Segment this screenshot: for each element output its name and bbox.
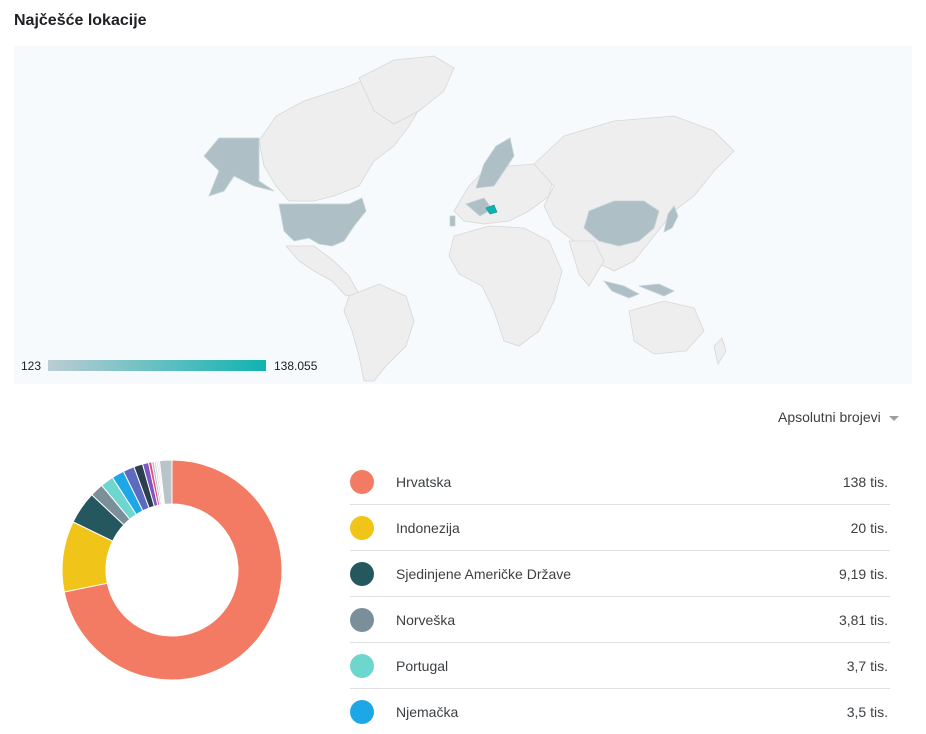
list-item[interactable]: Sjedinjene Američke Države 9,19 tis. — [350, 551, 890, 597]
country-value: 20 tis. — [850, 519, 888, 536]
country-value: 9,19 tis. — [838, 565, 888, 582]
list-item[interactable]: Portugal 3,7 tis. — [350, 643, 890, 689]
series-color-dot — [350, 469, 374, 494]
country-value: 138 tis. — [842, 473, 888, 490]
legend-max-label: 138.055 — [274, 359, 318, 373]
country-label: Indonezija — [396, 519, 460, 536]
series-color-dot — [350, 607, 374, 632]
mode-dropdown[interactable]: Apsolutni brojevi — [778, 409, 899, 425]
series-color-dot — [350, 561, 374, 586]
chevron-down-icon — [888, 415, 899, 421]
country-label: Sjedinjene Američke Države — [396, 565, 572, 582]
list-item[interactable]: Njemačka 3,5 tis. — [350, 689, 890, 734]
world-map-svg — [203, 55, 735, 382]
australia-shape — [628, 300, 705, 355]
legend-gradient-bar — [48, 360, 266, 371]
country-value: 3,7 tis. — [846, 657, 888, 674]
country-value: 3,5 tis. — [846, 703, 888, 720]
legend-list: Hrvatska 138 tis. Indonezija 20 tis. Sje… — [350, 459, 890, 734]
portugal-shape — [449, 215, 456, 227]
usa-shape — [278, 197, 367, 247]
list-item[interactable]: Indonezija 20 tis. — [350, 505, 890, 551]
country-label: Njemačka — [396, 703, 459, 720]
country-value: 3,81 tis. — [838, 611, 888, 628]
europe-shape — [453, 163, 555, 225]
africa-shape — [448, 225, 563, 347]
mode-dropdown-label: Apsolutni brojevi — [778, 409, 881, 425]
list-item[interactable]: Norveška 3,81 tis. — [350, 597, 890, 643]
page-title: Najčešće lokacije — [14, 12, 147, 29]
indonesia-shape — [602, 280, 675, 299]
country-label: Portugal — [396, 657, 449, 674]
list-item[interactable]: Hrvatska 138 tis. — [350, 459, 890, 505]
series-color-dot — [350, 699, 374, 724]
country-label: Hrvatska — [396, 473, 452, 490]
series-color-dot — [350, 515, 374, 540]
new-zealand-shape — [713, 337, 727, 366]
donut-chart[interactable] — [60, 458, 284, 682]
asia-shape — [533, 115, 735, 272]
south-america-shape — [343, 283, 415, 382]
legend-min-label: 123 — [21, 359, 42, 373]
mexico-shape — [285, 245, 360, 297]
world-map[interactable]: 123 138.055 — [14, 46, 912, 384]
series-color-dot — [350, 653, 374, 678]
country-label: Norveška — [396, 611, 456, 628]
